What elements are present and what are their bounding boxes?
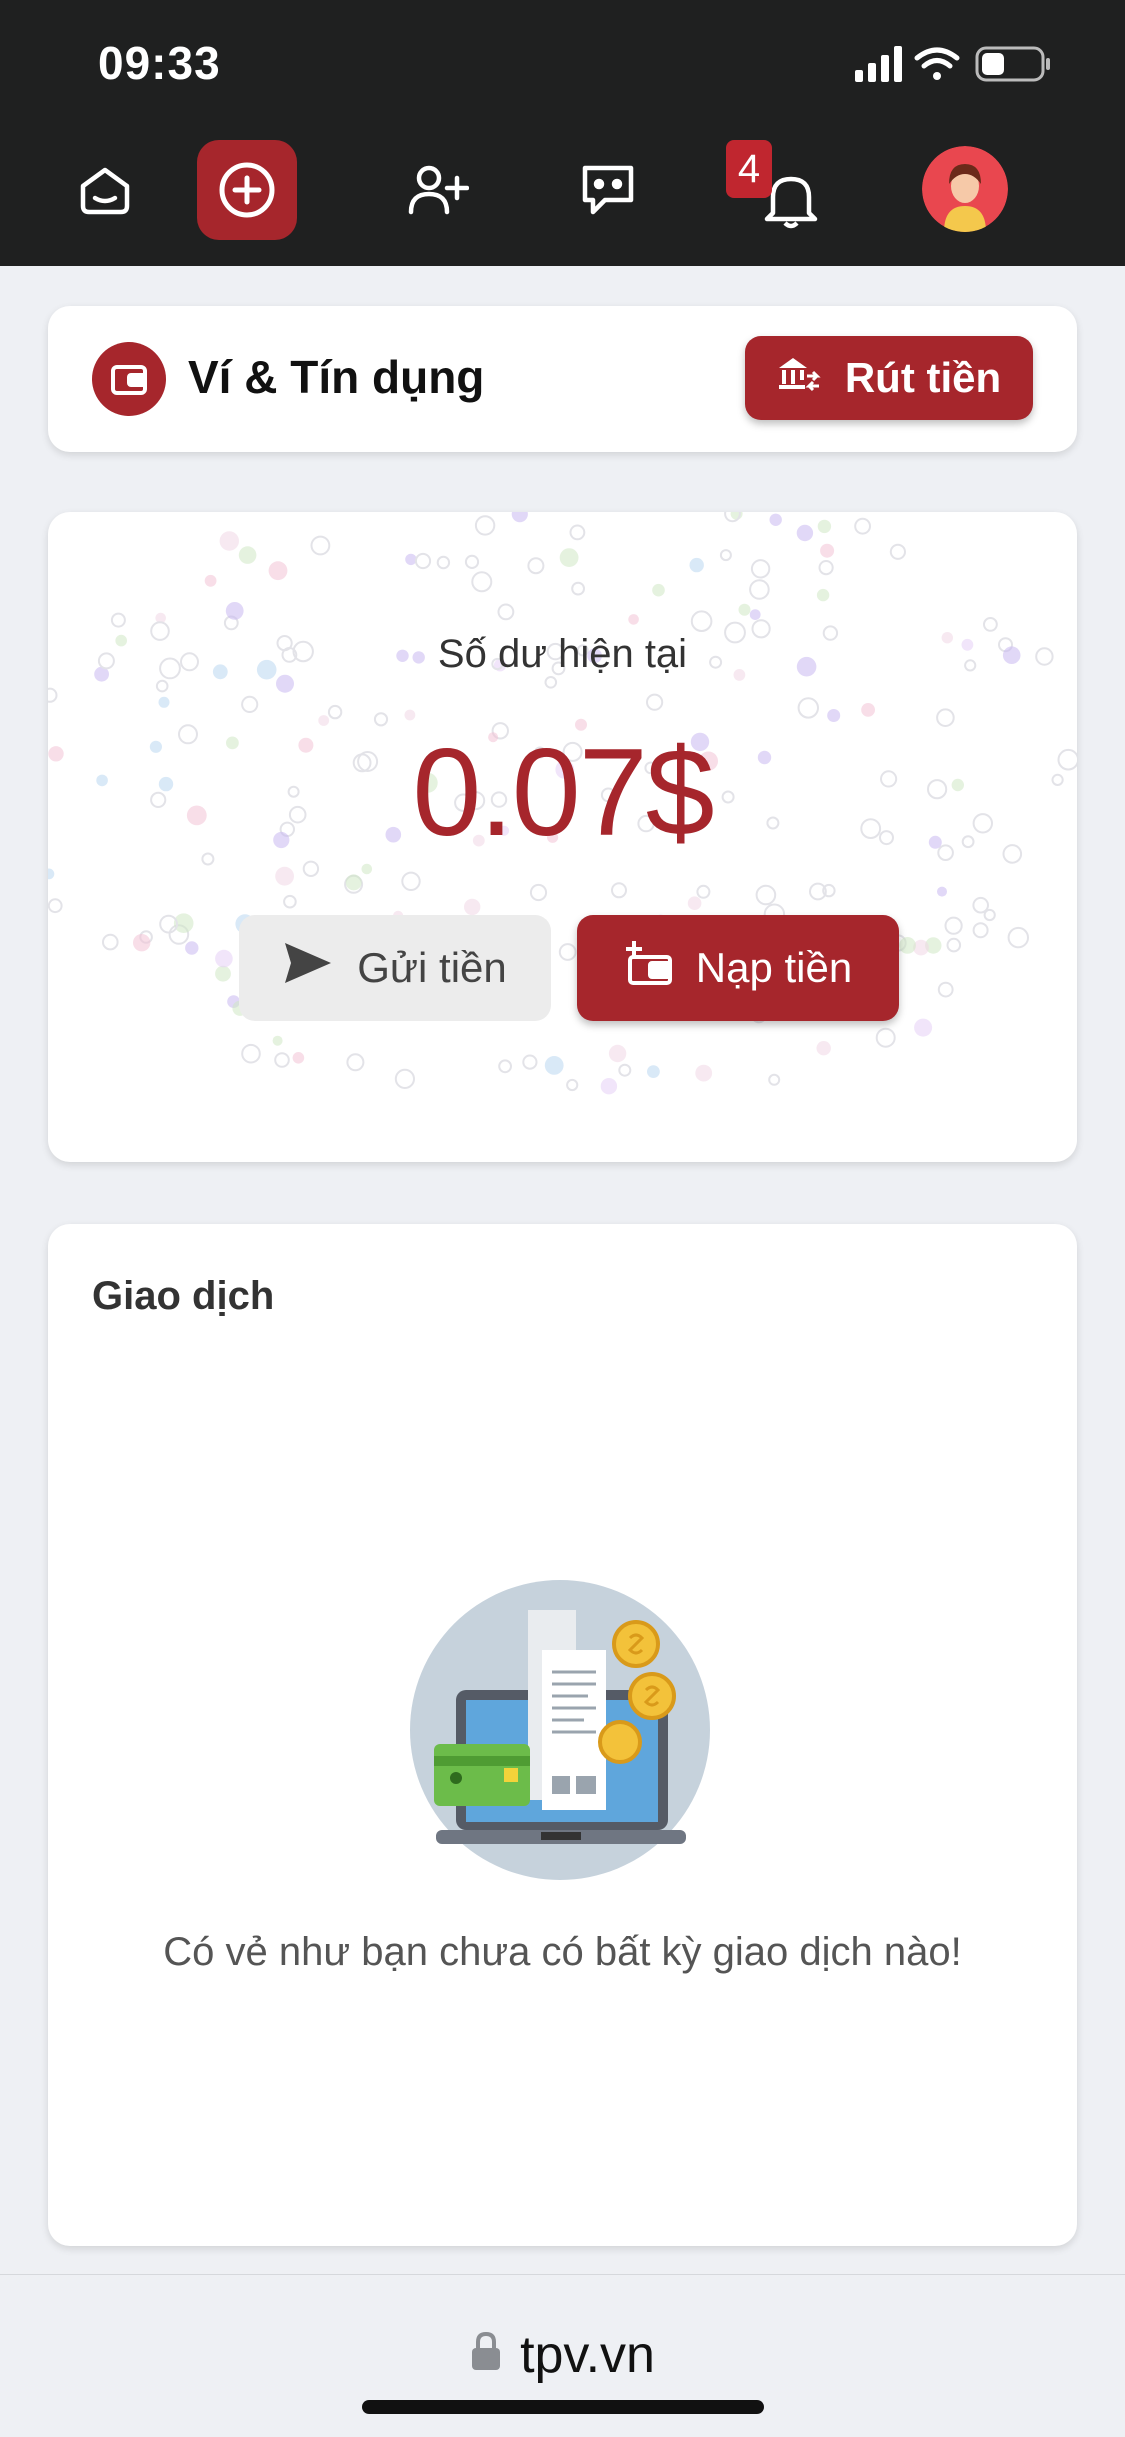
add-wallet-icon xyxy=(624,939,674,997)
add-circle-icon xyxy=(217,160,277,220)
send-money-button[interactable]: Gửi tiền xyxy=(239,915,551,1021)
nav-chat[interactable] xyxy=(558,140,658,240)
balance-amount: 0.07$ xyxy=(412,724,714,862)
withdraw-button[interactable]: Rút tiền xyxy=(745,336,1033,420)
status-time: 09:33 xyxy=(98,37,221,89)
url-display: tpv.vn xyxy=(0,2325,1125,2385)
wallet-icon xyxy=(92,342,166,416)
signal-icon xyxy=(855,46,902,82)
home-indicator xyxy=(362,2400,764,2414)
nav-add-button[interactable] xyxy=(197,140,297,240)
lock-icon xyxy=(470,2325,502,2385)
navbar: 4 xyxy=(0,140,1125,250)
nav-home[interactable] xyxy=(55,140,155,240)
top-bar: 09:33 4 xyxy=(0,0,1125,266)
bank-transfer-icon xyxy=(777,354,821,402)
notification-badge: 4 xyxy=(726,140,772,198)
nav-add-user[interactable] xyxy=(388,140,488,240)
withdraw-label: Rút tiền xyxy=(844,354,1002,401)
balance-label: Số dư hiện tại xyxy=(437,632,688,676)
status-icons xyxy=(855,44,1055,84)
avatar[interactable] xyxy=(922,146,1008,232)
battery-icon xyxy=(975,46,1050,82)
page-title: Ví & Tín dụng xyxy=(188,351,485,403)
empty-transactions-message: Có vẻ như bạn chưa có bất kỳ giao dịch n… xyxy=(163,1930,962,1974)
url-text: tpv.vn xyxy=(520,2326,655,2384)
wallet-header-card: Ví & Tín dụng Rút tiền xyxy=(48,306,1077,452)
transactions-card: Giao dịch Có vẻ như bạn chưa có bất kỳ g… xyxy=(48,1224,1077,2246)
send-icon xyxy=(283,941,333,995)
balance-card: Số dư hiện tại 0.07$ Gửi tiền Nạp tiền xyxy=(48,512,1077,1162)
empty-transactions-illustration xyxy=(408,1580,728,1890)
send-label: Gửi tiền xyxy=(357,944,507,991)
home-icon xyxy=(77,162,133,218)
wifi-icon xyxy=(914,47,960,80)
transactions-title: Giao dịch xyxy=(92,1274,275,1318)
chat-icon xyxy=(579,162,637,218)
add-user-icon xyxy=(407,162,469,218)
deposit-label: Nạp tiền xyxy=(695,944,853,991)
nav-notifications[interactable]: 4 xyxy=(726,140,836,240)
deposit-button[interactable]: Nạp tiền xyxy=(577,915,899,1021)
